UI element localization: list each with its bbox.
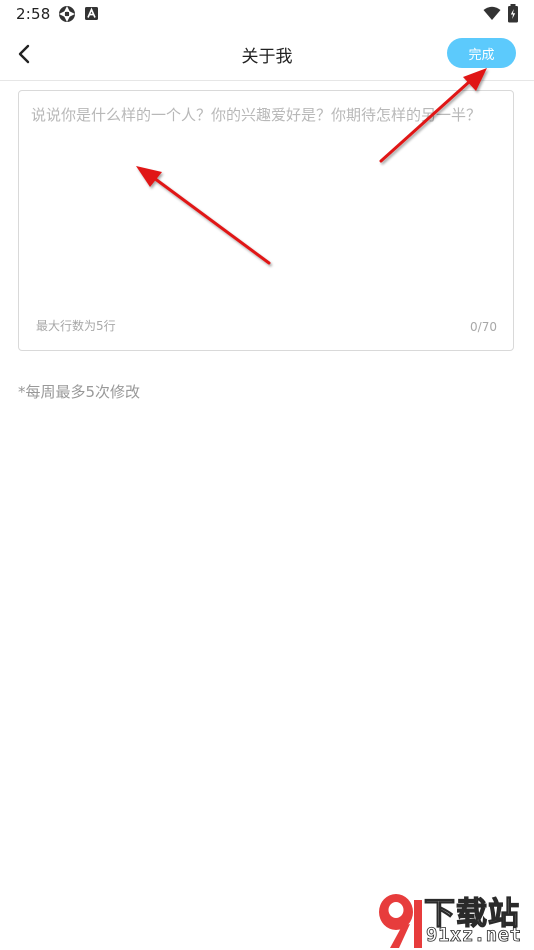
wifi-icon xyxy=(483,6,501,20)
status-bar: 2:58 xyxy=(0,0,534,28)
91-logo-icon xyxy=(379,894,422,948)
bio-editor: 最大行数为5行 0/70 xyxy=(18,90,514,351)
char-counter: 0/70 xyxy=(470,320,497,334)
done-button[interactable]: 完成 xyxy=(447,38,516,68)
header-bar: 关于我 完成 xyxy=(0,28,534,81)
edit-limit-note: *每周最多5次修改 xyxy=(18,383,141,401)
aperture-icon xyxy=(59,6,75,22)
app-screen: 2:58 关于我 完成 说说你是什么样的一个人？你的兴趣爱好是？你期待怎样的另一… xyxy=(0,0,534,950)
watermark-domain: 91xz.net xyxy=(426,924,522,947)
bio-input[interactable] xyxy=(31,103,503,303)
watermark: 下载站 91xz.net xyxy=(376,888,534,950)
line-limit-hint: 最大行数为5行 xyxy=(36,319,116,333)
status-time: 2:58 xyxy=(16,5,51,23)
a-badge-icon xyxy=(85,7,98,20)
battery-icon xyxy=(508,4,518,23)
